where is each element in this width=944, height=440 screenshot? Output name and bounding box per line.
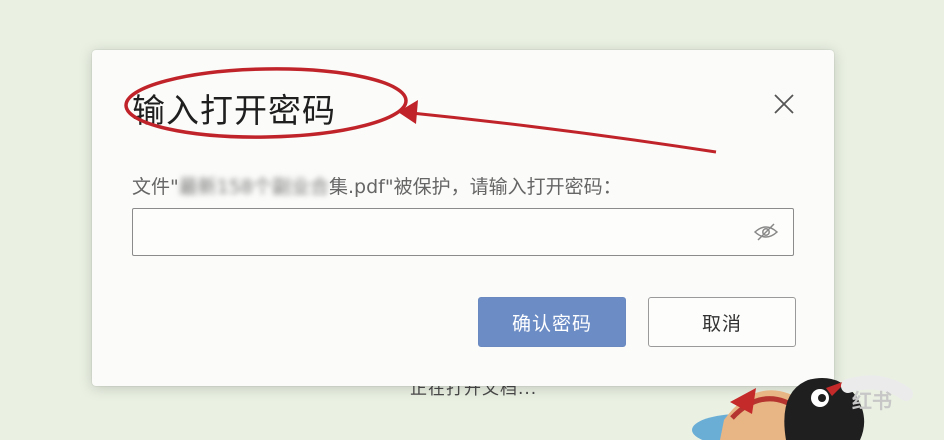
cancel-button[interactable]: 取消 [648, 297, 796, 347]
prompt-suffix: "被保护，请输入打开密码： [384, 176, 622, 198]
dialog-title: 输入打开密码 [132, 91, 336, 130]
password-dialog: 输入打开密码 文件"最新158个副业合集.pdf"被保护，请输入打开密码： 确认… [92, 50, 834, 386]
close-button[interactable] [772, 92, 796, 116]
confirm-password-button[interactable]: 确认密码 [478, 297, 626, 347]
close-icon [774, 94, 794, 114]
prompt-filename-suffix: 集.pdf [329, 176, 385, 198]
obscured-filename: 最新158个副业合 [178, 176, 330, 198]
eye-slash-icon [753, 223, 779, 241]
visibility-toggle[interactable] [753, 221, 779, 243]
password-field[interactable] [132, 208, 794, 256]
password-prompt: 文件"最新158个副业合集.pdf"被保护，请输入打开密码： [132, 172, 622, 199]
watermark: 红书 [852, 389, 892, 413]
password-input[interactable] [133, 209, 757, 255]
prompt-prefix: 文件" [132, 176, 179, 198]
